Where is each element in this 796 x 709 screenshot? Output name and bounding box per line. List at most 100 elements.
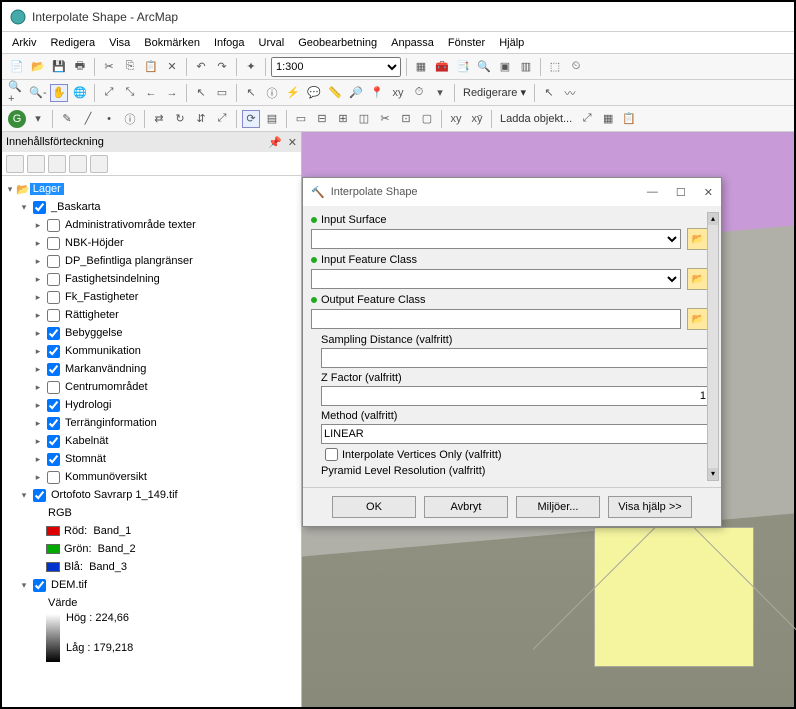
- search-icon[interactable]: 🔍: [475, 58, 493, 76]
- scale-selector[interactable]: 1:300: [271, 57, 401, 77]
- tree-layer-item[interactable]: ▸Markanvändning: [4, 360, 299, 378]
- tree-layer-item[interactable]: ▸NBK-Höjder: [4, 234, 299, 252]
- expander-icon[interactable]: ▸: [32, 418, 44, 429]
- zfactor-input[interactable]: [321, 386, 709, 406]
- minimize-button[interactable]: —: [647, 186, 658, 199]
- browse-button[interactable]: 📂: [687, 268, 709, 290]
- input-surface-select[interactable]: [311, 229, 681, 249]
- menu-bokmarken[interactable]: Bokmärken: [144, 37, 200, 49]
- find-route-icon[interactable]: 📍: [368, 84, 386, 102]
- time-icon[interactable]: ⏲: [567, 58, 585, 76]
- expander-icon[interactable]: ▾: [4, 184, 16, 195]
- checkbox[interactable]: [47, 309, 60, 322]
- checkbox[interactable]: [33, 489, 46, 502]
- pan-icon[interactable]: ✋: [50, 84, 68, 102]
- environments-button[interactable]: Miljöer...: [516, 496, 600, 518]
- point-icon[interactable]: •: [100, 110, 118, 128]
- input-feature-select[interactable]: [311, 269, 681, 289]
- tree-layer-item[interactable]: ▸Kommunöversikt: [4, 468, 299, 486]
- construct-icon[interactable]: ▭: [292, 110, 310, 128]
- tree-layer-item[interactable]: ▸Centrumområdet: [4, 378, 299, 396]
- expander-icon[interactable]: ▸: [32, 220, 44, 231]
- menu-visa[interactable]: Visa: [109, 37, 130, 49]
- rotate-icon[interactable]: ↻: [171, 110, 189, 128]
- close-button[interactable]: ✕: [704, 186, 713, 199]
- full-extent-icon[interactable]: 🌐: [71, 84, 89, 102]
- list-by-selection-icon[interactable]: [69, 155, 87, 173]
- save-icon[interactable]: 💾: [50, 58, 68, 76]
- pin-icon[interactable]: 📌: [268, 136, 282, 149]
- attributes-icon[interactable]: 📋: [620, 110, 638, 128]
- vertices-only-checkbox[interactable]: [325, 448, 338, 461]
- refresh-icon[interactable]: ⟳: [242, 110, 260, 128]
- options-icon[interactable]: [90, 155, 108, 173]
- tree-layer-item[interactable]: ▸Terränginformation: [4, 414, 299, 432]
- menu-hjalp[interactable]: Hjälp: [499, 37, 524, 49]
- go-to-xy-icon[interactable]: xy: [389, 84, 407, 102]
- expander-icon[interactable]: ▾: [18, 580, 30, 591]
- editor-toolbar-icon[interactable]: ▦: [412, 58, 430, 76]
- xy-snap-icon[interactable]: xȳ: [468, 110, 486, 128]
- menu-anpassa[interactable]: Anpassa: [391, 37, 434, 49]
- expander-icon[interactable]: ▸: [32, 472, 44, 483]
- dropdown-icon[interactable]: ▾: [29, 110, 47, 128]
- method-input[interactable]: [321, 424, 709, 444]
- checkbox[interactable]: [47, 219, 60, 232]
- undo-icon[interactable]: ↶: [192, 58, 210, 76]
- expander-icon[interactable]: ▾: [18, 490, 30, 501]
- map-view[interactable]: 🔨 Interpolate Shape — ☐ ✕ ▴▾ Input Surfa…: [302, 132, 794, 707]
- list-by-drawing-icon[interactable]: [6, 155, 24, 173]
- zoom-out-icon[interactable]: 🔍-: [29, 84, 47, 102]
- sampling-input[interactable]: [321, 348, 709, 368]
- expander-icon[interactable]: ▸: [32, 256, 44, 267]
- tree-baskarta[interactable]: ▾ _Baskarta: [4, 198, 299, 216]
- expander-icon[interactable]: ▸: [32, 400, 44, 411]
- scale-icon[interactable]: ⤢: [213, 110, 231, 128]
- rectify-icon[interactable]: ⇄: [150, 110, 168, 128]
- select-icon[interactable]: ↖: [192, 84, 210, 102]
- expander-icon[interactable]: ▸: [32, 238, 44, 249]
- cancel-button[interactable]: Avbryt: [424, 496, 508, 518]
- expander-icon[interactable]: ▸: [32, 382, 44, 393]
- html-popup-icon[interactable]: 💬: [305, 84, 323, 102]
- copy-icon[interactable]: ⎘: [121, 58, 139, 76]
- close-icon[interactable]: ✕: [288, 136, 297, 149]
- tree-layer-item[interactable]: ▸Stomnät: [4, 450, 299, 468]
- menu-arkiv[interactable]: Arkiv: [12, 37, 36, 49]
- clip-icon[interactable]: ▢: [418, 110, 436, 128]
- tree-layer-item[interactable]: ▸Hydrologi: [4, 396, 299, 414]
- expander-icon[interactable]: ▸: [32, 436, 44, 447]
- clear-selection-icon[interactable]: ▭: [213, 84, 231, 102]
- python-icon[interactable]: ▣: [496, 58, 514, 76]
- print-icon[interactable]: 🖶: [71, 58, 89, 76]
- edit-vertices-icon[interactable]: ⊡: [397, 110, 415, 128]
- split-icon[interactable]: ⊟: [313, 110, 331, 128]
- checkbox[interactable]: [47, 381, 60, 394]
- forward-icon[interactable]: →: [163, 84, 181, 102]
- xy-icon[interactable]: xy: [447, 110, 465, 128]
- tree-layer-item[interactable]: ▸DP_Befintliga plangränser: [4, 252, 299, 270]
- tree-layer-item[interactable]: ▸Rättigheter: [4, 306, 299, 324]
- checkbox[interactable]: [47, 345, 60, 358]
- tree-layer-item[interactable]: ▸Kabelnät: [4, 432, 299, 450]
- browse-button[interactable]: 📂: [687, 308, 709, 330]
- editor-dropdown[interactable]: Redigerare ▾: [460, 86, 529, 99]
- new-icon[interactable]: 📄: [8, 58, 26, 76]
- menu-geobearbetning[interactable]: Geobearbetning: [298, 37, 377, 49]
- shift-icon[interactable]: ⇵: [192, 110, 210, 128]
- add-data-icon[interactable]: ✦: [242, 58, 260, 76]
- viewer-window-icon[interactable]: ▾: [431, 84, 449, 102]
- tree-layer-item[interactable]: ▸Bebyggelse: [4, 324, 299, 342]
- expander-icon[interactable]: ▸: [32, 328, 44, 339]
- tree-layer-item[interactable]: ▸Fk_Fastigheter: [4, 288, 299, 306]
- tree-dem[interactable]: ▾ DEM.tif: [4, 576, 299, 594]
- layer-icon[interactable]: ▤: [263, 110, 281, 128]
- expander-icon[interactable]: ▸: [32, 346, 44, 357]
- checkbox[interactable]: [47, 471, 60, 484]
- copy-map-icon[interactable]: ⬚: [546, 58, 564, 76]
- tree-layer-item[interactable]: ▸Fastighetsindelning: [4, 270, 299, 288]
- select-elements-icon[interactable]: ↖: [242, 84, 260, 102]
- table-icon[interactable]: ▦: [599, 110, 617, 128]
- output-feature-input[interactable]: [311, 309, 681, 329]
- expander-icon[interactable]: ▸: [32, 292, 44, 303]
